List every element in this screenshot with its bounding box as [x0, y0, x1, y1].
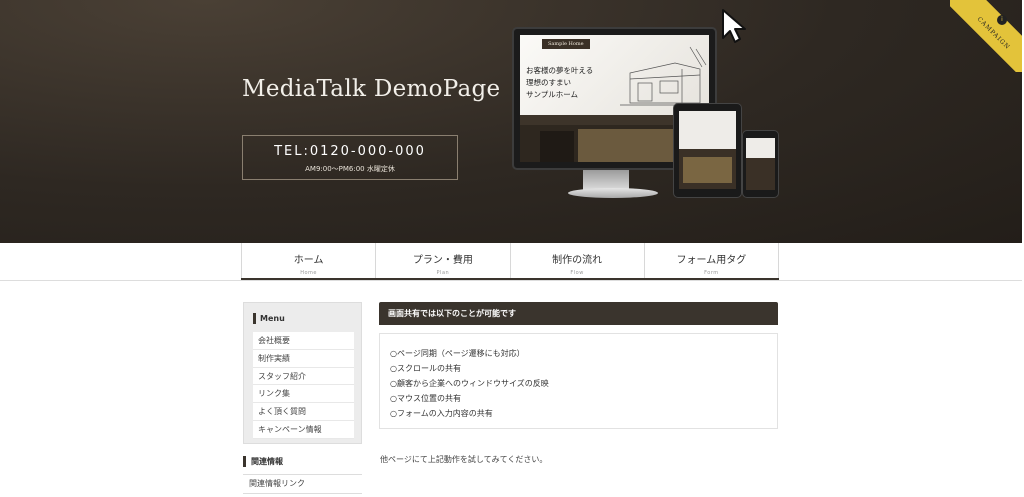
tel-number: TEL:0120-000-000	[274, 144, 426, 159]
sidebar-item-campaign[interactable]: キャンペーン情報	[253, 421, 354, 439]
nav-item-home[interactable]: ホーム Home	[241, 243, 375, 278]
nav-item-plan[interactable]: プラン・費用 Plan	[375, 243, 509, 278]
sidebar-menu-list: 会社概要 制作実績 スタッフ紹介 リンク集 よく頂く質問 キャンペーン情報	[253, 332, 354, 439]
campaign-ribbon[interactable]: CAMPAIGN	[950, 0, 1022, 72]
list-item: ○ページ同期（ページ遷移にも対応）	[390, 349, 525, 358]
mockup-catch-copy: お客様の夢を叶える 理想のすまい サンプルホーム	[526, 66, 594, 99]
feature-list: ○ページ同期（ページ遷移にも対応） ○スクロールの共有 ○顧客から企業へのウィン…	[380, 334, 777, 421]
phone-mockup	[742, 130, 779, 198]
related-info-title: 関連情報	[243, 456, 283, 467]
main-note: 他ページにて上記動作を試してみてください。	[380, 455, 548, 464]
main-heading: 画面共有では以下のことが可能です	[379, 302, 778, 325]
global-nav-bar: ホーム Home プラン・費用 Plan 制作の流れ Flow フォーム用タグ …	[0, 243, 1022, 281]
nav-item-form[interactable]: フォーム用タグ Form	[643, 243, 779, 278]
related-info-link[interactable]: 関連情報リンク	[249, 478, 305, 489]
sidebar-menu: Menu 会社概要 制作実績 スタッフ紹介 リンク集 よく頂く質問 キャンペーン…	[243, 302, 362, 444]
site-title[interactable]: MediaTalk DemoPage	[242, 76, 500, 102]
list-item: ○スクロールの共有	[390, 364, 461, 373]
feature-box: ○ページ同期（ページ遷移にも対応） ○スクロールの共有 ○顧客から企業へのウィン…	[379, 333, 778, 429]
site-header: MediaTalk DemoPage TEL:0120-000-000 AM9:…	[0, 0, 1022, 243]
tel-box: TEL:0120-000-000 AM9:00～PM6:00 水曜定休	[242, 135, 458, 180]
nav-item-flow[interactable]: 制作の流れ Flow	[509, 243, 644, 278]
sidebar-item-company[interactable]: 会社概要	[253, 332, 354, 350]
tablet-mockup	[673, 103, 742, 198]
sidebar-item-staff[interactable]: スタッフ紹介	[253, 368, 354, 386]
mouse-pointer-icon	[722, 9, 746, 43]
mockup-logo: Sample Home	[542, 39, 590, 49]
list-item: ○フォームの入力内容の共有	[390, 409, 493, 418]
campaign-label: CAMPAIGN	[975, 15, 1012, 52]
sidebar-menu-title: Menu	[253, 313, 285, 324]
business-hours: AM9:00～PM6:00 水曜定休	[305, 165, 395, 173]
list-item: ○マウス位置の共有	[390, 394, 461, 403]
list-item: ○顧客から企業へのウィンドウサイズの反映	[390, 379, 549, 388]
house-sketch-illustration	[620, 46, 709, 106]
campaign-info-icon[interactable]: i	[997, 15, 1007, 25]
sidebar-item-faq[interactable]: よく頂く質問	[253, 403, 354, 421]
sidebar-item-works[interactable]: 制作実績	[253, 350, 354, 368]
global-nav: ホーム Home プラン・費用 Plan 制作の流れ Flow フォーム用タグ …	[241, 243, 779, 280]
sidebar-item-links[interactable]: リンク集	[253, 385, 354, 404]
